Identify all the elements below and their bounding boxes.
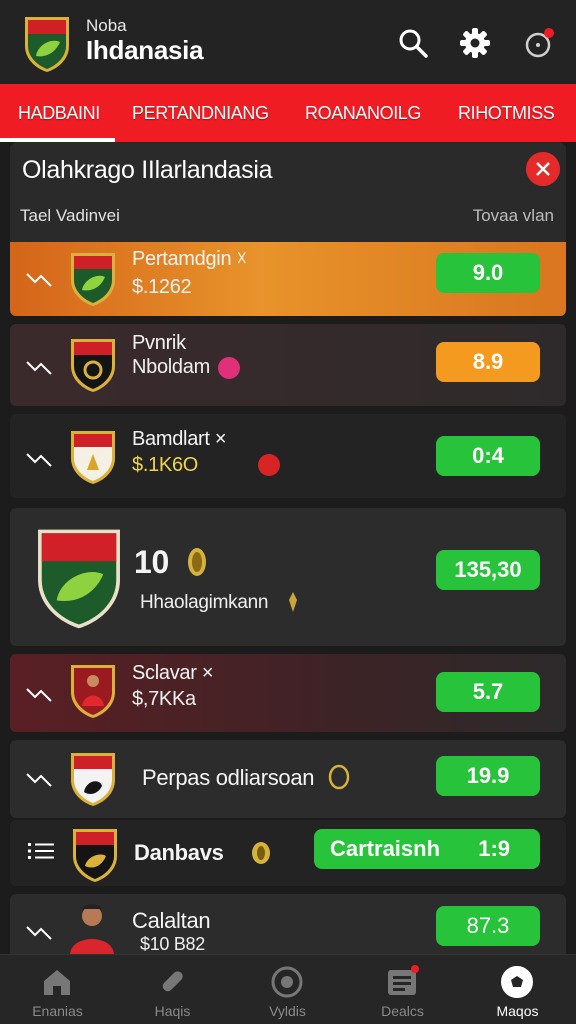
nav-item-enanias[interactable]: Enanias — [0, 955, 115, 1024]
home-icon — [44, 970, 70, 995]
team-name: Danbavs — [134, 840, 224, 865]
team-name: Perpas odliarsoan — [142, 765, 315, 790]
team-badge — [71, 753, 115, 806]
app-title: Ihdanasia — [86, 35, 204, 65]
app-subtitle: Noba — [86, 16, 127, 35]
list-item[interactable]: Perpas odliarsoan 19.9 — [10, 740, 566, 818]
column-header-left: Tael Vadinvei — [20, 206, 120, 225]
tab-roananoilg[interactable]: ROANANOILG — [305, 84, 421, 142]
nav-item-dealcs[interactable]: Dealcs — [345, 955, 460, 1024]
gear-icon[interactable] — [458, 26, 492, 60]
ball-icon — [271, 966, 303, 998]
score-value: 1:9 — [478, 836, 510, 861]
team-name: Pvnrik — [132, 332, 186, 354]
player-value: $10 B82 — [140, 934, 205, 954]
trophy-icon — [328, 764, 350, 790]
score-badge[interactable]: 135,30 — [436, 550, 540, 590]
nav-label: Maqos — [496, 1003, 539, 1019]
nav-label: Enanias — [32, 1003, 83, 1019]
trend-icon — [26, 361, 52, 375]
team-value: $.1K6O — [132, 454, 199, 476]
player-avatar — [70, 904, 114, 954]
score-badge[interactable]: 87.3 — [436, 906, 540, 946]
section-title: Olahkrago IIlarlandasia — [22, 156, 273, 184]
nav-item-maqos[interactable]: Maqos — [460, 955, 575, 1024]
nav-item-vyldis[interactable]: Vyldis — [230, 955, 345, 1024]
tab-bar: HADBAINI PERTANDNIANG ROANANOILG RIHOTMI… — [0, 84, 576, 142]
emoji-icon — [258, 454, 280, 476]
wreath-icon — [289, 592, 297, 612]
score-badge[interactable]: 19.9 — [436, 756, 540, 796]
news-icon — [388, 965, 419, 995]
mark-icon: ☓ — [236, 248, 248, 270]
whistle-icon — [162, 971, 183, 992]
score-badge[interactable]: 8.9 — [436, 342, 540, 382]
featured-item[interactable]: 10 Hhaolagimkann 135,30 — [10, 508, 566, 646]
trophy-icon — [188, 548, 206, 576]
team-subtitle: Nboldam — [132, 356, 210, 378]
close-button[interactable] — [526, 152, 560, 186]
featured-number: 10 — [134, 544, 169, 580]
team-value: $,7KKa — [132, 688, 196, 710]
action-label: Cartraisnh — [330, 836, 441, 861]
team-badge — [71, 339, 115, 392]
mark-icon: × — [201, 662, 214, 684]
team-badge-large — [38, 529, 120, 629]
score-badge[interactable]: 9.0 — [436, 253, 540, 293]
player-name: Calaltan — [132, 908, 211, 933]
search-icon[interactable] — [396, 26, 430, 60]
notification-icon[interactable] — [522, 26, 556, 60]
score-badge[interactable]: 0:4 — [436, 436, 540, 476]
team-badge — [73, 829, 117, 882]
list-item[interactable]: Pertamdgin ☓ $.1262 9.0 — [10, 242, 566, 316]
trend-icon — [26, 273, 52, 287]
list-item[interactable]: Calaltan $10 B82 87.3 — [10, 894, 566, 954]
column-header-right: Tovaa vlan — [472, 206, 554, 225]
featured-subtitle: Hhaolagimkann — [140, 592, 269, 613]
tab-pertandniang[interactable]: PERTANDNIANG — [132, 84, 269, 142]
nav-label: Haqis — [154, 1003, 191, 1019]
nav-label: Vyldis — [269, 1003, 306, 1019]
team-name: Sclavar × — [132, 662, 214, 684]
team-badge — [71, 253, 115, 306]
tab-hadbaini[interactable]: HADBAINI — [18, 84, 100, 142]
action-button[interactable]: Cartraisnh 1:9 — [314, 829, 540, 869]
trend-icon — [26, 688, 52, 702]
emoji-icon — [218, 357, 240, 379]
player-badge — [71, 665, 115, 718]
list-item[interactable]: Sclavar × $,7KKa 5.7 — [10, 654, 566, 732]
club-logo — [25, 17, 69, 72]
trophy-icon — [252, 842, 270, 864]
tab-rihotmiss[interactable]: RIHOTMISS — [458, 84, 555, 142]
trend-icon — [26, 773, 52, 787]
soccer-ball-icon — [501, 966, 533, 998]
app-header: Noba Ihdanasia — [0, 0, 576, 84]
nav-item-haqis[interactable]: Haqis — [115, 955, 230, 1024]
bottom-navigation: Enanias Haqis Vyldis Dealcs Maqos — [0, 954, 576, 1024]
team-badge — [71, 431, 115, 484]
list-item[interactable]: Bamdlart × $.1K6O 0:4 — [10, 414, 566, 498]
team-value: $.1262 — [132, 276, 192, 298]
list-item[interactable]: Pvnrik Nboldam 8.9 — [10, 324, 566, 406]
list-item[interactable]: Danbavs Cartraisnh 1:9 — [10, 820, 566, 886]
list-icon — [28, 843, 54, 859]
section-header: Olahkrago IIlarlandasia Tael Vadinvei To… — [10, 142, 566, 242]
score-badge[interactable]: 5.7 — [436, 672, 540, 712]
team-name: Bamdlart × — [132, 428, 227, 450]
nav-label: Dealcs — [381, 1003, 424, 1019]
mark-icon: × — [214, 428, 227, 450]
team-name: Pertamdgin ☓ — [132, 248, 248, 270]
trend-icon — [26, 926, 52, 940]
trend-icon — [26, 453, 52, 467]
